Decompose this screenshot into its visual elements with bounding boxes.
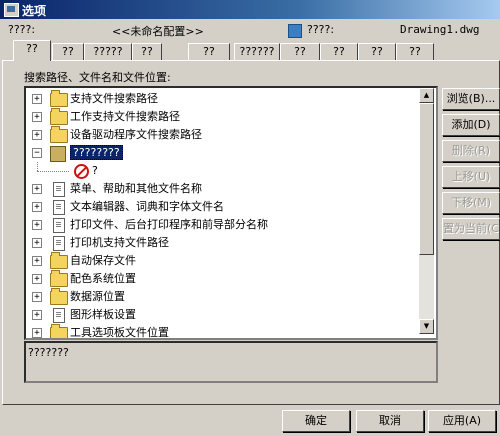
tree-item-label: 工具选项板文件位置 [70,326,169,339]
expand-icon[interactable]: + [32,130,42,140]
folder-icon [50,270,68,287]
tree-scrollbar[interactable]: ▲ ▼ [419,88,434,334]
folder-icon [50,252,68,269]
current-profile-value: <<未命名配置>> [112,25,204,38]
tab-selection[interactable]: ?? [358,43,396,60]
expand-icon[interactable]: + [32,238,42,248]
apply-button[interactable]: 应用(A) [428,410,496,432]
folder-icon [50,90,68,107]
tree-item[interactable]: + 配色系统位置 [26,270,426,288]
expand-icon[interactable]: + [32,112,42,122]
expand-icon[interactable]: + [32,256,42,266]
tree-item[interactable]: + 工作支持文件搜索路径 [26,108,426,126]
tree-item-label: 菜单、帮助和其他文件名称 [70,182,202,195]
scroll-down-icon[interactable]: ▼ [419,319,434,334]
description-box: ??????? [24,341,438,383]
tree-item[interactable]: + 设备驱动程序文件搜索路径 [26,126,426,144]
tree-item[interactable]: + 打印文件、后台打印程序和前导部分名称 [26,216,426,234]
window-title: 选项 [22,4,47,18]
section-label: 搜索路径、文件名和文件位置: [24,71,171,84]
current-drawing-label: ????: [307,23,335,36]
tree-item[interactable]: + 自动保存文件 [26,252,426,270]
tree-item-label: 支持文件搜索路径 [70,92,158,105]
document-icon [53,308,65,323]
folder-icon [50,108,68,125]
tree-item-label: ???????? [70,145,123,160]
scroll-thumb[interactable] [419,103,434,255]
cancel-button[interactable]: 取消 [356,410,424,432]
add-button[interactable]: 添加(D) [442,114,500,136]
set-current-button[interactable]: 置为当前(C) [442,218,500,240]
path-tree[interactable]: + 支持文件搜索路径 + 工作支持文件搜索路径 + 设备驱动程序文件搜索路径 −… [24,86,438,340]
tree-item[interactable]: + 工具选项板文件位置 [26,324,426,339]
drawing-icon [288,24,302,38]
tab-open-save[interactable]: ????? [84,43,132,60]
tree-item-label: 打印文件、后台打印程序和前导部分名称 [70,218,268,231]
tree-item[interactable]: ? [26,162,426,180]
tab-files[interactable]: ?? [13,40,51,61]
folder-icon [50,126,68,143]
expand-icon[interactable]: + [32,274,42,284]
tree-item-label: 自动保存文件 [70,254,136,267]
expand-icon[interactable]: + [32,328,42,338]
tree-item-label: 文本编辑器、词典和字体文件名 [70,200,224,213]
tree-item[interactable]: + 图形样板设置 [26,306,426,324]
no-entry-icon [74,164,89,179]
tree-item[interactable]: − ???????? [26,144,426,162]
tree-item-label: ? [92,164,98,177]
expand-icon[interactable]: + [32,184,42,194]
tree-item-label: 打印机支持文件路径 [70,236,169,249]
expand-icon[interactable]: + [32,292,42,302]
document-icon [53,218,65,233]
tab-plot[interactable]: ?? [132,43,162,60]
tree-item[interactable]: + 支持文件搜索路径 [26,90,426,108]
tree-item-label: 数据源位置 [70,290,125,303]
remove-button[interactable]: 删除(R) [442,140,500,162]
tree-connector [37,162,39,171]
current-drawing-value: Drawing1.dwg [400,23,480,36]
tab-system[interactable]: ?? [188,43,230,60]
scroll-up-icon[interactable]: ▲ [419,88,434,103]
tree-item-label: 配色系统位置 [70,272,136,285]
tree-item-label: 设备驱动程序文件搜索路径 [70,128,202,141]
tree-item[interactable]: + 文本编辑器、词典和字体文件名 [26,198,426,216]
tree-item[interactable]: + 打印机支持文件路径 [26,234,426,252]
current-profile-label: ????: [8,23,36,36]
expand-icon[interactable]: + [32,220,42,230]
folder-icon [50,324,68,338]
tree-connector [37,171,69,173]
expand-icon[interactable]: + [32,310,42,320]
tree-item-label: 图形样板设置 [70,308,136,321]
tree-item-label: 工作支持文件搜索路径 [70,110,180,123]
folder-icon [50,288,68,305]
tab-drafting[interactable]: ?? [280,43,320,60]
document-icon [53,182,65,197]
app-icon [4,3,19,17]
ok-button[interactable]: 确定 [282,410,350,432]
tree-item[interactable]: + 菜单、帮助和其他文件名称 [26,180,426,198]
tab-display[interactable]: ?? [52,43,84,60]
expand-icon[interactable]: + [32,94,42,104]
tab-3d[interactable]: ?? [320,43,358,60]
document-icon [53,200,65,215]
tab-user-preferences[interactable]: ?????? [234,43,280,60]
move-up-button[interactable]: 上移(U) [442,166,500,188]
move-down-button[interactable]: 下移(M) [442,192,500,214]
document-icon [53,236,65,251]
description-text: ??????? [28,346,69,359]
title-bar[interactable]: 选项 [0,0,500,19]
collapse-icon[interactable]: − [32,148,42,158]
browse-button[interactable]: 浏览(B)... [442,88,500,110]
tree-item[interactable]: + 数据源位置 [26,288,426,306]
file-cabinet-icon [50,146,66,162]
expand-icon[interactable]: + [32,202,42,212]
tab-profiles[interactable]: ?? [396,43,434,60]
